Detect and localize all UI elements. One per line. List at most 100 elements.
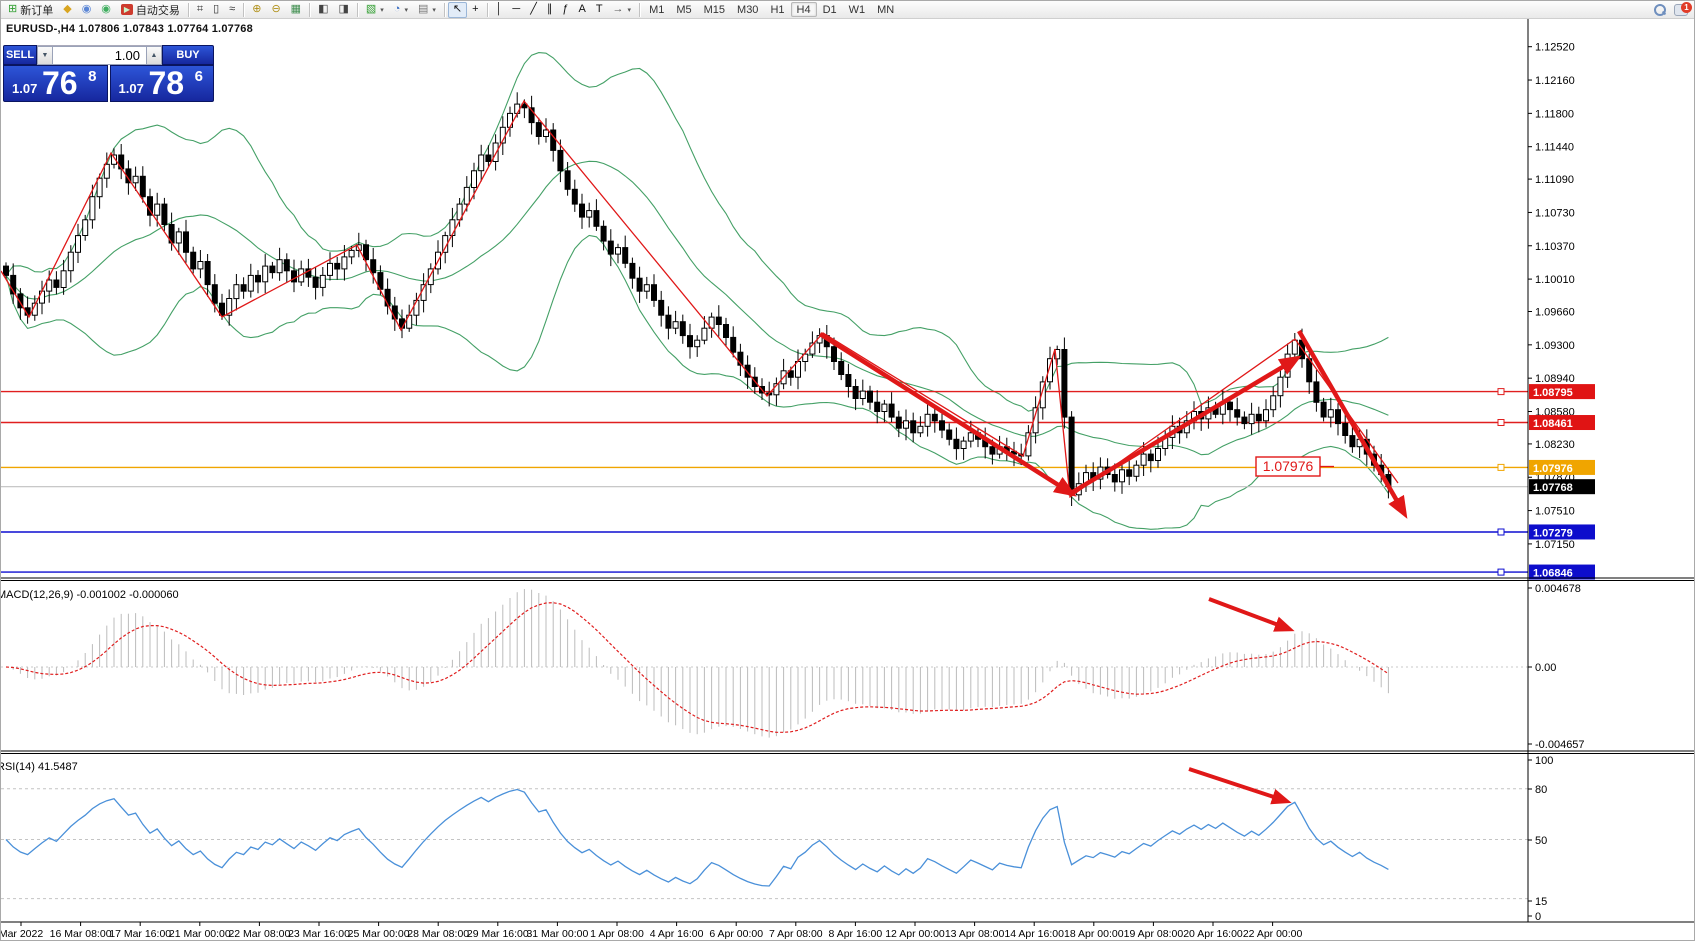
cascade-button[interactable]: ◨ bbox=[333, 2, 353, 18]
tf-h1[interactable]: H1 bbox=[764, 2, 790, 17]
tf-d1-label: D1 bbox=[823, 4, 837, 16]
macd-trend-arrow[interactable] bbox=[1209, 599, 1289, 629]
price-tick-label: 1.10730 bbox=[1535, 207, 1575, 219]
template-icon: ▤ bbox=[418, 4, 428, 15]
trendline-button[interactable]: ╱ bbox=[525, 2, 542, 18]
price-tick-label: 1.08230 bbox=[1535, 439, 1575, 451]
tf-mn[interactable]: MN bbox=[871, 2, 900, 17]
time-axis[interactable]: Mar 202216 Mar 08:0017 Mar 16:0021 Mar 0… bbox=[1, 922, 1303, 940]
search-icon[interactable] bbox=[1654, 4, 1666, 16]
tf-h4[interactable]: H4 bbox=[791, 2, 817, 17]
new-chart-icon: ▧ bbox=[366, 4, 376, 15]
volume-decrease-button[interactable]: ▼ bbox=[37, 46, 53, 65]
price-axis[interactable]: 1.125201.121601.118001.114401.110901.107… bbox=[1528, 42, 1595, 580]
tf-d1[interactable]: D1 bbox=[817, 2, 843, 17]
line-handle[interactable] bbox=[1498, 529, 1504, 535]
zigzag-line[interactable] bbox=[1, 101, 1398, 497]
zoom-in-button[interactable]: ⊕ bbox=[247, 2, 266, 18]
tf-m30-label: M30 bbox=[737, 4, 758, 16]
template-button[interactable]: ▤▾ bbox=[413, 2, 441, 18]
cursor-button[interactable]: ↖ bbox=[448, 2, 467, 18]
tf-m15-label: M15 bbox=[704, 4, 725, 16]
shapes-button[interactable]: →▾ bbox=[608, 2, 637, 18]
price-badge-text: 1.08461 bbox=[1533, 418, 1573, 430]
toolbar: ⊞新订单◆◉◉▶自动交易⌗▯≈⊕⊖▦◧◨▧▾◔▾▤▾↖+│─╱∥ƒAT→▾M1M… bbox=[1, 1, 1694, 19]
tf-w1[interactable]: W1 bbox=[843, 2, 872, 17]
macd-label: MACD(12,26,9) -0.001002 -0.000060 bbox=[1, 589, 179, 601]
price-label-text: 1.07976 bbox=[1263, 458, 1314, 474]
tf-m15[interactable]: M15 bbox=[698, 2, 731, 17]
toolbar-separator bbox=[639, 3, 640, 17]
toolbar-separator bbox=[357, 3, 358, 17]
price-tick-label: 1.09300 bbox=[1535, 340, 1575, 352]
macd-tick-label: -0.004657 bbox=[1535, 739, 1585, 751]
ask-price-big: 78 bbox=[149, 65, 185, 102]
signals-button[interactable]: ◉ bbox=[96, 2, 116, 18]
tf-m30[interactable]: M30 bbox=[731, 2, 764, 17]
time-tick-label: 31 Mar 00:00 bbox=[526, 928, 588, 940]
trendline-icon: ╱ bbox=[530, 4, 537, 15]
text-label-button[interactable]: T bbox=[591, 2, 608, 18]
tile-windows-button[interactable]: ▦ bbox=[286, 2, 306, 18]
rsi-trend-arrow[interactable] bbox=[1189, 769, 1286, 801]
main-price-pane: 1.07976 bbox=[1, 53, 1528, 576]
dropdown-caret-icon: ▾ bbox=[404, 6, 408, 14]
line-handle[interactable] bbox=[1498, 464, 1504, 470]
time-tick-label: 21 Mar 00:00 bbox=[169, 928, 231, 940]
vline-button[interactable]: │ bbox=[491, 2, 508, 18]
market-button[interactable]: ◆ bbox=[58, 2, 76, 18]
new-order-button[interactable]: ⊞新订单 bbox=[3, 2, 58, 18]
new-chart-button[interactable]: ▧▾ bbox=[361, 2, 389, 18]
rsi-label: RSI(14) 41.5487 bbox=[1, 761, 78, 773]
crosshair-button[interactable]: + bbox=[467, 2, 483, 18]
line-chart-button[interactable]: ≈ bbox=[224, 2, 240, 18]
fibonacci-button[interactable]: ƒ bbox=[557, 2, 573, 18]
ask-price-pip: 6 bbox=[195, 68, 203, 85]
dropdown-caret-icon: ▾ bbox=[628, 6, 632, 14]
line-handle[interactable] bbox=[1498, 569, 1504, 575]
text-label-icon: T bbox=[596, 4, 603, 15]
buy-button[interactable]: BUY bbox=[162, 45, 214, 65]
price-tick-label: 1.11800 bbox=[1535, 108, 1574, 120]
macd-histogram bbox=[6, 589, 1388, 738]
line-handle[interactable] bbox=[1498, 389, 1504, 395]
bid-price-panel[interactable]: 1.07 76 8 bbox=[3, 65, 108, 102]
chart-canvas[interactable]: 1.079761.125201.121601.118001.114401.110… bbox=[1, 19, 1695, 941]
rsi-pane bbox=[1, 769, 1528, 899]
line-handle[interactable] bbox=[1498, 420, 1504, 426]
rsi-tick-label: 0 bbox=[1535, 911, 1541, 923]
tf-m5[interactable]: M5 bbox=[670, 2, 697, 17]
auto-arrange-button[interactable]: ◧ bbox=[313, 2, 333, 18]
zoom-out-button[interactable]: ⊖ bbox=[266, 2, 285, 18]
sell-button[interactable]: SELL bbox=[3, 45, 37, 65]
channel-button[interactable]: ∥ bbox=[542, 2, 558, 18]
bar-chart-button[interactable]: ⌗ bbox=[192, 2, 208, 18]
ask-price-panel[interactable]: 1.07 78 6 bbox=[110, 65, 215, 102]
price-tick-label: 1.10010 bbox=[1535, 274, 1575, 286]
zoom-out-icon: ⊖ bbox=[271, 4, 280, 15]
time-tick-label: 25 Mar 00:00 bbox=[348, 928, 410, 940]
tf-h1-label: H1 bbox=[770, 4, 784, 16]
new-order-icon: ⊞ bbox=[8, 4, 17, 15]
rsi-line bbox=[6, 790, 1388, 887]
period-button[interactable]: ◔▾ bbox=[389, 2, 413, 18]
time-tick-label: 17 Mar 16:00 bbox=[109, 928, 171, 940]
hline-button[interactable]: ─ bbox=[507, 2, 525, 18]
bid-price-major: 1.07 bbox=[12, 81, 37, 96]
price-tick-label: 1.11440 bbox=[1535, 142, 1574, 154]
dropdown-caret-icon: ▾ bbox=[380, 6, 384, 14]
price-tick-label: 1.07150 bbox=[1535, 539, 1575, 551]
notifications-icon[interactable]: 1 bbox=[1674, 4, 1688, 16]
tf-m1[interactable]: M1 bbox=[643, 2, 670, 17]
text-button[interactable]: A bbox=[573, 2, 590, 18]
ask-price-major: 1.07 bbox=[119, 81, 144, 96]
channel-icon: ∥ bbox=[547, 4, 553, 15]
market-icon: ◆ bbox=[63, 4, 71, 15]
autotrade-button[interactable]: ▶自动交易 bbox=[116, 2, 185, 18]
time-tick-label: 4 Apr 16:00 bbox=[650, 928, 704, 940]
volume-increase-button[interactable]: ▲ bbox=[146, 46, 162, 65]
volume-input[interactable]: 1.00 bbox=[53, 46, 146, 65]
candle-chart-button[interactable]: ▯ bbox=[208, 2, 224, 18]
time-tick-label: 6 Apr 00:00 bbox=[709, 928, 763, 940]
profile-button[interactable]: ◉ bbox=[77, 2, 97, 18]
